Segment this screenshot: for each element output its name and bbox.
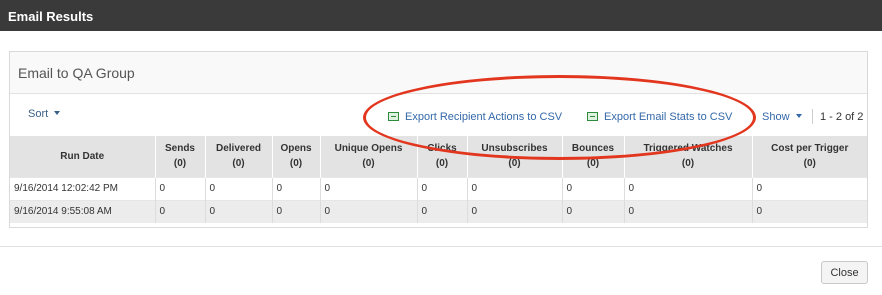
- cell-sends: 0: [154, 176, 205, 200]
- show-button[interactable]: Show: [762, 111, 802, 123]
- close-button[interactable]: Close: [821, 261, 868, 284]
- column-header-opens[interactable]: Opens (0): [271, 136, 320, 177]
- column-header-count: (0): [681, 158, 695, 170]
- column-header-count: (0): [232, 158, 245, 170]
- cell-unique-opens: 0: [319, 199, 417, 223]
- cell-bounces: 0: [561, 199, 624, 223]
- cell-cost-per-trigger: 0: [751, 176, 867, 200]
- column-header-label: Triggered Watches: [643, 143, 733, 155]
- cell-bounces: 0: [561, 176, 624, 200]
- cell-triggered-watches: 0: [623, 199, 752, 223]
- column-header-label: Bounces: [571, 143, 615, 155]
- grid-toolbar: Sort Export Recipient Actions to CSV Exp…: [10, 94, 867, 136]
- column-header-sends[interactable]: Sends (0): [154, 136, 205, 177]
- cell-run-date: 9/16/2014 12:02:42 PM: [10, 176, 155, 200]
- email-results-panel: Email to QA Group Sort Export Recipient …: [9, 51, 868, 228]
- column-header-label: Run Date: [60, 150, 105, 162]
- results-table: Run Date Sends (0) Delivered (0) Opens (0) …: [10, 136, 867, 223]
- column-header-unique-opens[interactable]: Unique Opens (0): [319, 136, 417, 177]
- table-row[interactable]: 9/16/2014 12:02:42 PM 0 0 0 0 0 0 0 0 0: [10, 176, 867, 200]
- csv-file-icon: [388, 112, 399, 121]
- column-header-bounces[interactable]: Bounces (0): [561, 136, 624, 177]
- cell-opens: 0: [271, 176, 320, 200]
- show-label: Show: [762, 111, 790, 123]
- sort-button[interactable]: Sort: [28, 108, 61, 120]
- pager-text: 1 - 2 of 2: [820, 111, 864, 123]
- column-header-delivered[interactable]: Delivered (0): [204, 136, 272, 177]
- cell-unsubscribes: 0: [466, 176, 562, 200]
- dialog-title: Email Results: [0, 0, 882, 31]
- export-recipient-actions-link[interactable]: Export Recipient Actions to CSV: [388, 111, 562, 123]
- cell-unsubscribes: 0: [466, 199, 562, 223]
- column-header-label: Sends: [164, 143, 195, 155]
- table-row[interactable]: 9/16/2014 9:55:08 AM 0 0 0 0 0 0 0 0 0: [10, 199, 867, 223]
- column-header-count: (0): [362, 158, 375, 170]
- caret-down-icon: [54, 111, 61, 115]
- column-header-run-date[interactable]: Run Date: [10, 136, 155, 177]
- cell-clicks: 0: [416, 199, 467, 223]
- column-header-count: (0): [289, 158, 303, 170]
- cell-cost-per-trigger: 0: [751, 199, 867, 223]
- cell-delivered: 0: [204, 176, 272, 200]
- column-header-clicks[interactable]: Clicks (0): [416, 136, 467, 177]
- cell-run-date: 9/16/2014 9:55:08 AM: [10, 199, 155, 223]
- footer-divider: [0, 246, 882, 247]
- column-header-count: (0): [803, 158, 816, 170]
- cell-unique-opens: 0: [319, 176, 417, 200]
- column-header-triggered-watches[interactable]: Triggered Watches (0): [623, 136, 752, 177]
- column-header-count: (0): [173, 158, 187, 170]
- column-header-label: Opens: [280, 143, 312, 155]
- sort-label: Sort: [28, 108, 49, 120]
- column-header-label: Delivered: [215, 143, 262, 155]
- cell-delivered: 0: [204, 199, 272, 223]
- panel-title: Email to QA Group: [10, 52, 867, 94]
- cell-triggered-watches: 0: [623, 176, 752, 200]
- export-recipient-actions-label: Export Recipient Actions to CSV: [405, 111, 563, 123]
- column-header-cost-per-trigger[interactable]: Cost per Trigger (0): [751, 136, 867, 177]
- csv-file-icon: [587, 112, 598, 121]
- table-header-row: Run Date Sends (0) Delivered (0) Opens (0) …: [10, 136, 867, 177]
- pager-divider: [812, 109, 813, 124]
- column-header-label: Cost per Trigger: [771, 143, 849, 155]
- export-email-stats-label: Export Email Stats to CSV: [604, 111, 733, 123]
- column-header-unsubscribes[interactable]: Unsubscribes (0): [466, 136, 562, 177]
- cell-clicks: 0: [416, 176, 467, 200]
- column-header-label: Clicks: [427, 143, 457, 155]
- column-header-count: (0): [586, 158, 600, 170]
- column-header-count: (0): [508, 158, 521, 170]
- cell-opens: 0: [271, 199, 320, 223]
- column-header-label: Unique Opens: [334, 143, 403, 155]
- cell-sends: 0: [154, 199, 205, 223]
- column-header-count: (0): [435, 158, 449, 170]
- column-header-label: Unsubscribes: [481, 143, 548, 155]
- caret-down-icon: [795, 114, 802, 118]
- export-email-stats-link[interactable]: Export Email Stats to CSV: [587, 111, 732, 123]
